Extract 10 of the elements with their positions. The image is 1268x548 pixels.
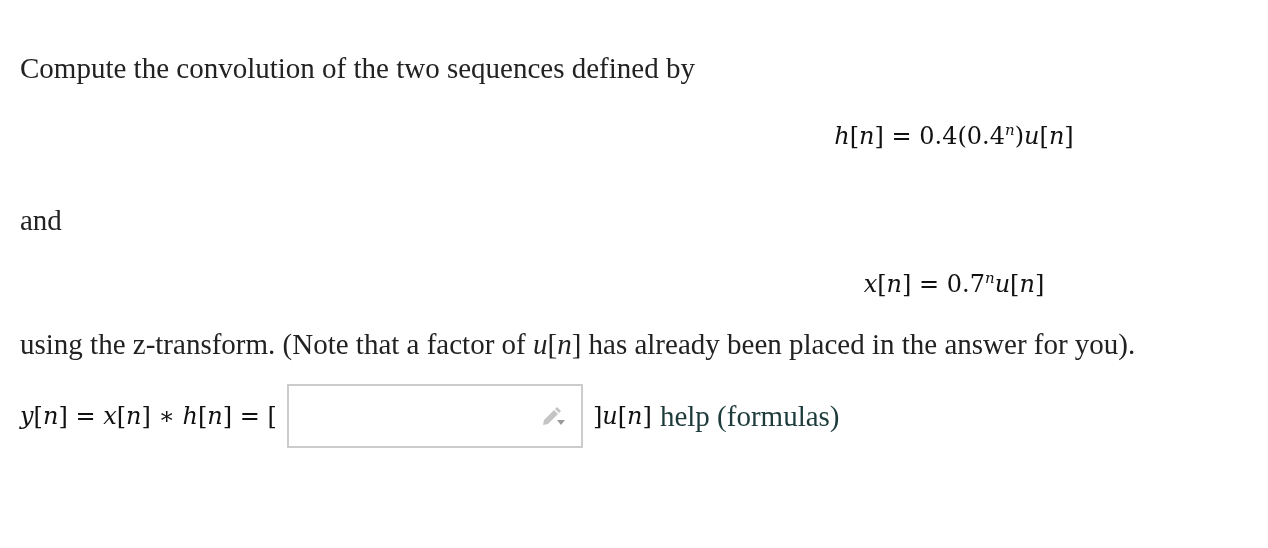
equation: h[n] = 0.4(0.4$^{n}$)u[n] — [834, 122, 1074, 150]
paragraph: and — [20, 203, 63, 238]
equation: x[n] = 0.7$^{n}$u[n] — [863, 270, 1045, 298]
paragraph: Compute the convolution of the two sequences defined by — [20, 51, 696, 86]
answer-field[interactable] — [286, 384, 583, 448]
equation-prefix: y[n] = x[n] ∗ h[n] = [ — [20, 402, 277, 430]
equation-suffix: ]u[n] — [592, 402, 652, 430]
help-link[interactable]: help (formulas) — [659, 399, 840, 433]
pencil-icon[interactable] — [540, 405, 565, 427]
paragraph: using the z-transform. (Note that a factor of u[n] has already been placed in the answer for you). — [20, 327, 1137, 362]
